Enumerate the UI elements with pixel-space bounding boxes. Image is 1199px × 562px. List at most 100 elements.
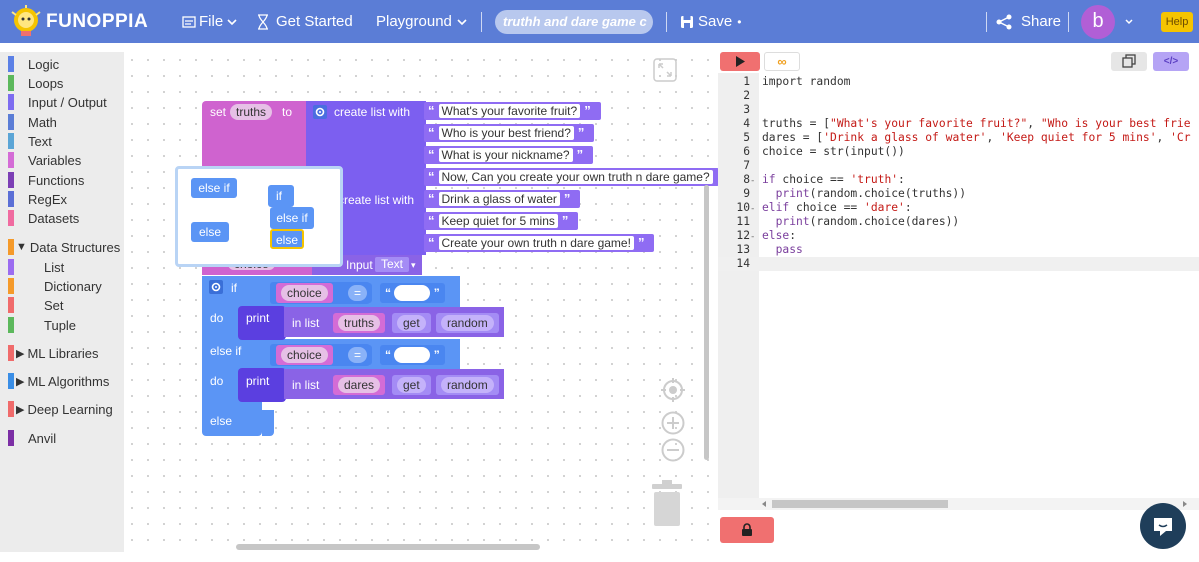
category-label: Dictionary xyxy=(44,278,102,294)
code-line[interactable]: 6 choice = str(input()) xyxy=(718,145,1199,159)
chevron-down-icon[interactable] xyxy=(1124,17,1134,27)
fold-arrow-icon[interactable]: - xyxy=(750,174,759,188)
code-line[interactable]: 10- elif choice == 'dare': xyxy=(718,201,1199,215)
zoom-in-icon[interactable] xyxy=(661,411,685,435)
code-line[interactable]: 8- if choice == 'truth': xyxy=(718,173,1199,187)
fold-arrow-icon[interactable]: - xyxy=(750,202,759,216)
funoppia-logo[interactable]: FUNOPPIA xyxy=(8,4,148,40)
zoom-out-icon[interactable] xyxy=(661,438,685,462)
lock-button[interactable] xyxy=(720,517,774,543)
truth-string-block[interactable]: “ truth ” xyxy=(380,283,445,303)
operator-dropdown[interactable]: = xyxy=(343,283,373,303)
category-dictionary[interactable]: Dictionary xyxy=(0,277,102,295)
file-menu[interactable]: File xyxy=(181,0,238,43)
category-data-structures[interactable]: ▼ Data Structures xyxy=(0,238,120,256)
fold-arrow-icon[interactable]: - xyxy=(750,230,759,244)
get-dropdown[interactable]: get xyxy=(392,313,431,333)
get-started-button[interactable]: Get Started xyxy=(256,0,353,43)
gear-icon[interactable] xyxy=(209,280,223,294)
help-button[interactable]: Help xyxy=(1161,12,1193,32)
random-dropdown[interactable]: random xyxy=(436,375,499,395)
category-label: Tuple xyxy=(44,317,77,333)
operator-dropdown[interactable]: = xyxy=(343,345,373,365)
category-regex[interactable]: RegEx xyxy=(0,190,67,208)
dares-variable-block[interactable]: dares xyxy=(333,375,386,395)
code-view-icon[interactable]: </> xyxy=(1153,52,1189,71)
top-navigation-bar: FUNOPPIA File Get Started Playground tru… xyxy=(0,0,1199,43)
category-functions[interactable]: Functions xyxy=(0,171,84,189)
code-scrollbar-thumb[interactable] xyxy=(772,500,948,508)
project-name-field[interactable]: truthh and dare game c xyxy=(495,10,653,34)
loop-icon[interactable]: ∞ xyxy=(764,52,800,71)
fullscreen-icon[interactable] xyxy=(653,58,677,82)
run-button[interactable] xyxy=(720,52,760,71)
random-dropdown[interactable]: random xyxy=(436,313,499,333)
copy-icon[interactable] xyxy=(1111,52,1147,71)
category-datasets[interactable]: Datasets xyxy=(0,209,79,227)
category-math[interactable]: Math xyxy=(0,113,57,131)
mutator-if-block[interactable]: if xyxy=(268,185,294,207)
scroll-left-icon[interactable] xyxy=(760,500,768,508)
gear-icon[interactable] xyxy=(313,105,327,119)
code-line[interactable]: 13 pass xyxy=(718,243,1199,257)
workspace-vertical-scrollbar[interactable] xyxy=(704,185,709,460)
code-token: print xyxy=(762,187,810,200)
get-dropdown[interactable]: get xyxy=(392,375,431,395)
choice-variable-block[interactable]: choice xyxy=(276,345,333,365)
workspace-horizontal-scrollbar[interactable] xyxy=(236,544,540,550)
text-item[interactable]: “Who is your best friend?” xyxy=(424,124,595,142)
code-line[interactable]: 7 xyxy=(718,159,1199,173)
truths-variable-block[interactable]: truths xyxy=(333,313,386,333)
code-line[interactable]: 14 xyxy=(718,257,1199,271)
category-loops[interactable]: Loops xyxy=(0,74,63,92)
category-ml-libraries[interactable]: ▶ ML Libraries xyxy=(0,344,99,362)
category-logic[interactable]: Logic xyxy=(0,55,59,73)
category-tuple[interactable]: Tuple xyxy=(0,316,76,334)
category-text[interactable]: Text xyxy=(0,132,52,150)
text-item[interactable]: “Create your own truth n dare game!” xyxy=(424,234,655,252)
flyout-else-if-block[interactable]: else if xyxy=(191,178,237,198)
category-anvil[interactable]: Anvil xyxy=(0,429,56,447)
text-item[interactable]: “Now, Can you create your own truth n da… xyxy=(424,168,719,186)
trash-icon[interactable] xyxy=(650,480,684,528)
scroll-right-icon[interactable] xyxy=(1181,500,1189,508)
category-variables[interactable]: Variables xyxy=(0,151,81,169)
chat-support-button[interactable] xyxy=(1140,503,1186,549)
text-item[interactable]: “What's your favorite fruit?” xyxy=(424,102,601,120)
save-button[interactable]: Save • xyxy=(680,0,741,43)
category-list[interactable]: List xyxy=(0,258,64,276)
mutator-else-if-block[interactable]: else if xyxy=(270,207,314,229)
get-value: get xyxy=(397,377,426,393)
code-line[interactable]: 3 xyxy=(718,103,1199,117)
share-button[interactable]: Share xyxy=(995,0,1061,43)
playground-menu[interactable]: Playground xyxy=(376,0,468,43)
lightbulb-logo-icon xyxy=(11,5,41,36)
code-line[interactable]: 9 print(random.choice(truths)) xyxy=(718,187,1199,201)
dare-string-block[interactable]: “ dare ” xyxy=(380,345,445,365)
code-line[interactable]: 1 import random xyxy=(718,75,1199,89)
choice-variable-block[interactable]: choice xyxy=(276,283,333,303)
flyout-else-block[interactable]: else xyxy=(191,222,229,242)
text-item[interactable]: “Keep quiet for 5 mins” xyxy=(424,212,579,230)
code-line[interactable]: 4 truths = ["What's your favorite fruit?"… xyxy=(718,117,1199,131)
code-line[interactable]: 11 print(random.choice(dares)) xyxy=(718,215,1199,229)
code-line[interactable]: 2 xyxy=(718,89,1199,103)
code-editor[interactable]: 1 import random 2 3 4 truths = ["What's your … xyxy=(718,73,1199,510)
recenter-icon[interactable] xyxy=(660,377,686,403)
category-ml-algorithms[interactable]: ▶ ML Algorithms xyxy=(0,372,109,390)
text-item[interactable]: “Drink a glass of water” xyxy=(424,190,581,208)
category-input-output[interactable]: Input / Output xyxy=(0,93,107,111)
code-line[interactable]: 5 dares = ['Drink a glass of water', 'Kee… xyxy=(718,131,1199,145)
category-set[interactable]: Set xyxy=(0,296,64,314)
quote-icon: ” xyxy=(563,191,571,206)
code-token: (random.choice(dares)) xyxy=(809,215,960,228)
input-type-dropdown[interactable]: Text ▾ xyxy=(375,257,416,272)
truths-var-dropdown[interactable]: truths xyxy=(230,104,273,120)
code-line[interactable]: 12- else: xyxy=(718,229,1199,243)
in-list-label: in list xyxy=(292,316,320,330)
mutator-else-block[interactable]: else xyxy=(270,229,304,249)
text-item[interactable]: “What is your nickname?” xyxy=(424,146,594,164)
category-deep-learning[interactable]: ▶ Deep Learning xyxy=(0,400,113,418)
share-icon xyxy=(996,14,1012,29)
user-avatar[interactable]: b xyxy=(1081,5,1115,39)
